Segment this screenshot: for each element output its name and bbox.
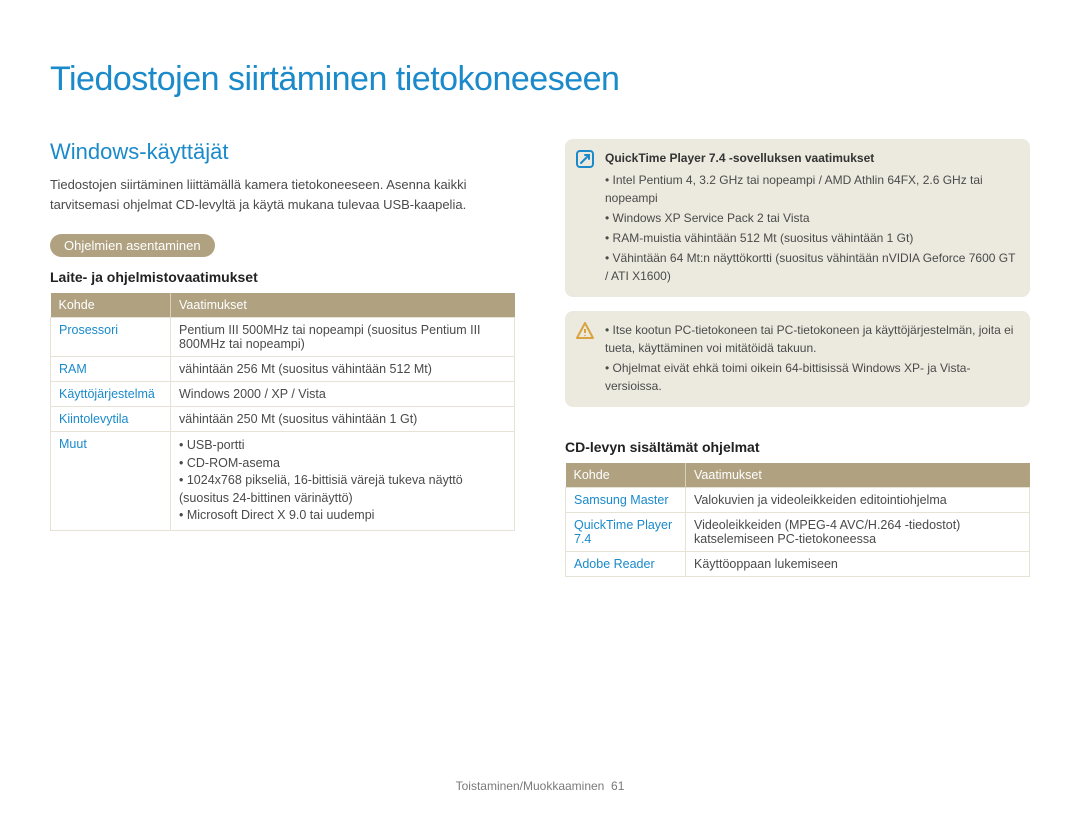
table-row: Samsung Master Valokuvien ja videoleikke… bbox=[566, 488, 1030, 513]
install-programs-pill: Ohjelmien asentaminen bbox=[50, 234, 215, 257]
req-value: Windows 2000 / XP / Vista bbox=[171, 382, 515, 407]
list-item: 1024x768 pikseliä, 16-bittisiä värejä tu… bbox=[179, 472, 506, 507]
left-column: Windows-käyttäjät Tiedostojen siirtämine… bbox=[50, 139, 515, 577]
req-key: Prosessori bbox=[51, 318, 171, 357]
table-row: RAM vähintään 256 Mt (suositus vähintään… bbox=[51, 357, 515, 382]
note-icon bbox=[575, 149, 595, 169]
callout-list: Itse kootun PC-tietokoneen tai PC-tietok… bbox=[605, 321, 1016, 395]
list-item: Windows XP Service Pack 2 tai Vista bbox=[605, 209, 1016, 227]
warranty-warning-callout: Itse kootun PC-tietokoneen tai PC-tietok… bbox=[565, 311, 1030, 407]
table-row: Adobe Reader Käyttöoppaan lukemiseen bbox=[566, 552, 1030, 577]
windows-users-heading: Windows-käyttäjät bbox=[50, 139, 515, 165]
table-header-vaatimukset: Vaatimukset bbox=[686, 463, 1030, 488]
list-item: Intel Pentium 4, 3.2 GHz tai nopeampi / … bbox=[605, 171, 1016, 207]
table-header-kohde: Kohde bbox=[566, 463, 686, 488]
list-item: Itse kootun PC-tietokoneen tai PC-tietok… bbox=[605, 321, 1016, 357]
two-column-layout: Windows-käyttäjät Tiedostojen siirtämine… bbox=[50, 139, 1030, 577]
requirements-table: Kohde Vaatimukset Prosessori Pentium III… bbox=[50, 293, 515, 531]
table-row: Kiintolevytila vähintään 250 Mt (suositu… bbox=[51, 407, 515, 432]
program-desc: Valokuvien ja videoleikkeiden editointio… bbox=[686, 488, 1030, 513]
requirements-subheading: Laite- ja ohjelmistovaatimukset bbox=[50, 269, 515, 285]
req-key: Muut bbox=[51, 432, 171, 531]
program-name: Samsung Master bbox=[566, 488, 686, 513]
table-row: Prosessori Pentium III 500MHz tai nopeam… bbox=[51, 318, 515, 357]
callout-list: Intel Pentium 4, 3.2 GHz tai nopeampi / … bbox=[605, 171, 1016, 285]
req-value: vähintään 250 Mt (suositus vähintään 1 G… bbox=[171, 407, 515, 432]
cd-programs-subheading: CD-levyn sisältämät ohjelmat bbox=[565, 439, 1030, 455]
req-key: RAM bbox=[51, 357, 171, 382]
page-title: Tiedostojen siirtäminen tietokoneeseen bbox=[50, 60, 1030, 99]
list-item: RAM-muistia vähintään 512 Mt (suositus v… bbox=[605, 229, 1016, 247]
req-value: vähintään 256 Mt (suositus vähintään 512… bbox=[171, 357, 515, 382]
program-desc: Käyttöoppaan lukemiseen bbox=[686, 552, 1030, 577]
warning-icon bbox=[575, 321, 595, 341]
right-column: QuickTime Player 7.4 -sovelluksen vaatim… bbox=[565, 139, 1030, 577]
intro-text: Tiedostojen siirtäminen liittämällä kame… bbox=[50, 175, 515, 214]
page-footer: Toistaminen/Muokkaaminen 61 bbox=[0, 779, 1080, 793]
req-key: Kiintolevytila bbox=[51, 407, 171, 432]
list-item: CD-ROM-asema bbox=[179, 455, 506, 473]
footer-section: Toistaminen/Muokkaaminen bbox=[456, 779, 605, 793]
program-desc: Videoleikkeiden (MPEG-4 AVC/H.264 -tiedo… bbox=[686, 513, 1030, 552]
program-name: QuickTime Player 7.4 bbox=[566, 513, 686, 552]
table-header-row: Kohde Vaatimukset bbox=[566, 463, 1030, 488]
quicktime-requirements-callout: QuickTime Player 7.4 -sovelluksen vaatim… bbox=[565, 139, 1030, 297]
list-item: USB-portti bbox=[179, 437, 506, 455]
callout-heading: QuickTime Player 7.4 -sovelluksen vaatim… bbox=[605, 149, 1016, 167]
table-row: Käyttöjärjestelmä Windows 2000 / XP / Vi… bbox=[51, 382, 515, 407]
table-header-kohde: Kohde bbox=[51, 293, 171, 318]
program-name: Adobe Reader bbox=[566, 552, 686, 577]
list-item: Microsoft Direct X 9.0 tai uudempi bbox=[179, 507, 506, 525]
req-value: Pentium III 500MHz tai nopeampi (suositu… bbox=[171, 318, 515, 357]
list-item: Vähintään 64 Mt:n näyttökortti (suositus… bbox=[605, 249, 1016, 285]
table-header-vaatimukset: Vaatimukset bbox=[171, 293, 515, 318]
table-row: QuickTime Player 7.4 Videoleikkeiden (MP… bbox=[566, 513, 1030, 552]
req-value-list: USB-portti CD-ROM-asema 1024x768 pikseli… bbox=[179, 437, 506, 525]
req-key: Käyttöjärjestelmä bbox=[51, 382, 171, 407]
req-value: USB-portti CD-ROM-asema 1024x768 pikseli… bbox=[171, 432, 515, 531]
page-number: 61 bbox=[611, 779, 624, 793]
cd-programs-table: Kohde Vaatimukset Samsung Master Valokuv… bbox=[565, 463, 1030, 577]
table-header-row: Kohde Vaatimukset bbox=[51, 293, 515, 318]
list-item: Ohjelmat eivät ehkä toimi oikein 64-bitt… bbox=[605, 359, 1016, 395]
table-row: Muut USB-portti CD-ROM-asema 1024x768 pi… bbox=[51, 432, 515, 531]
